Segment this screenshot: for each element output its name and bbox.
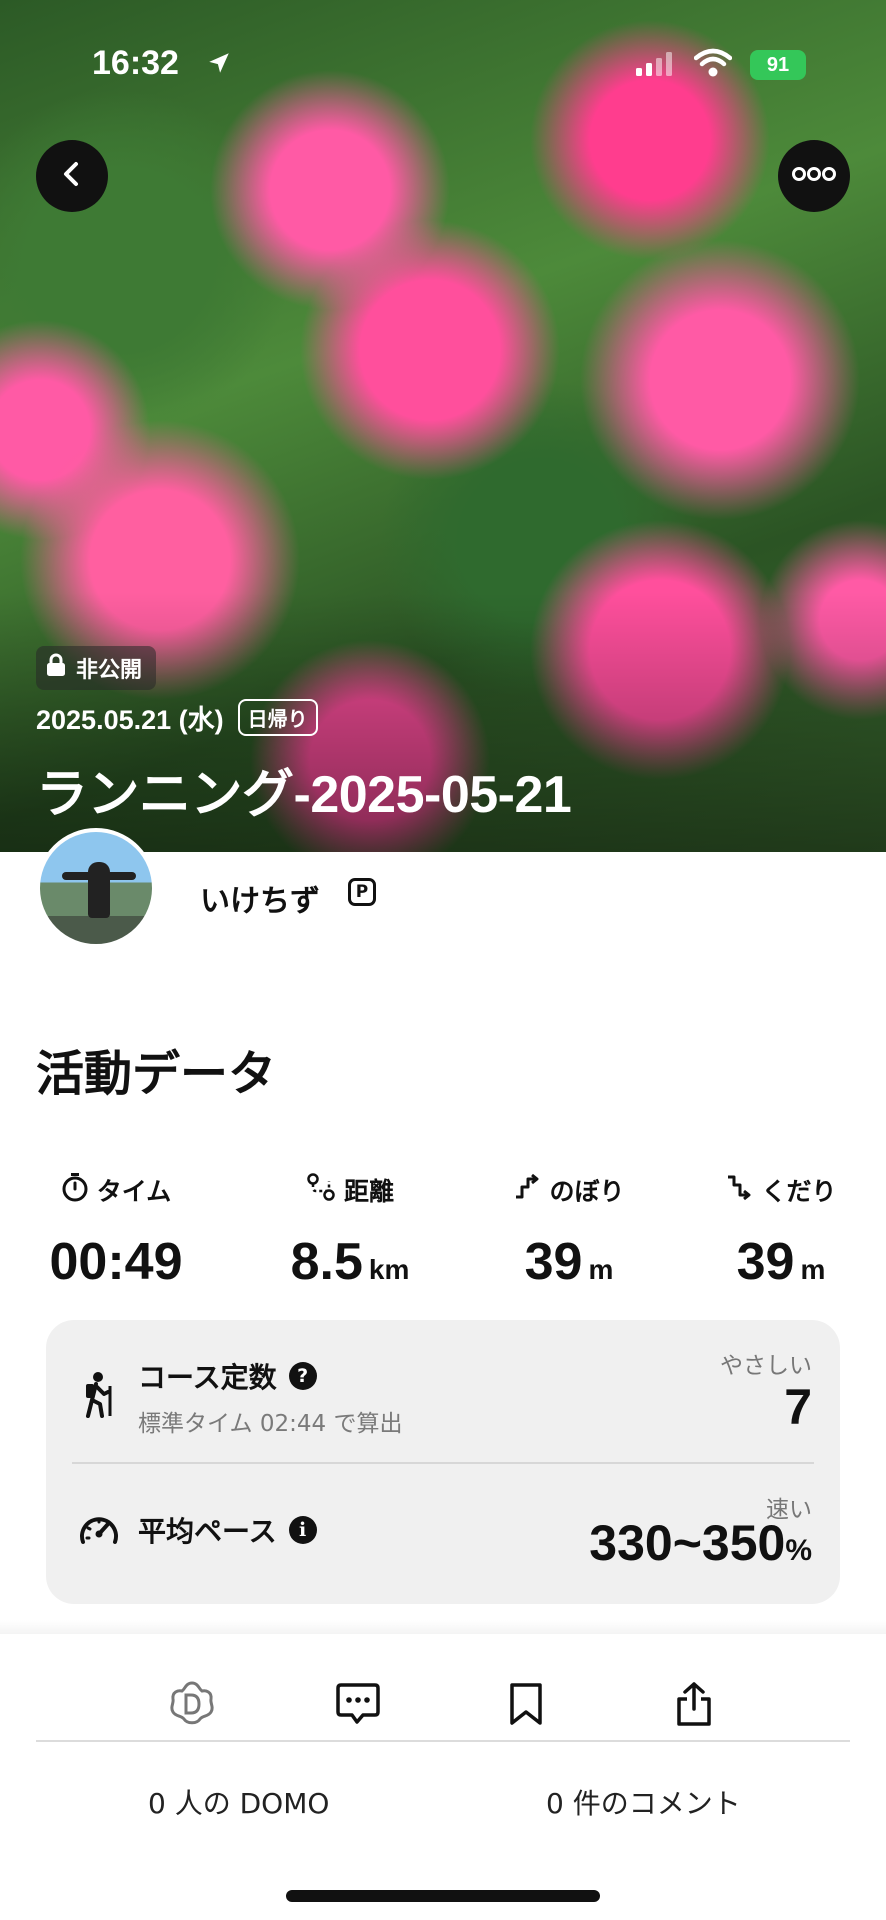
stat-unit: km <box>368 1254 410 1285</box>
domo-count-link[interactable]: 0 人の DOMO <box>148 1782 329 1822</box>
activity-title: ランニング-2025-05-21 <box>36 766 572 824</box>
course-constant-label: コース定数 <box>138 1361 277 1394</box>
lock-icon <box>46 653 66 683</box>
speedometer-icon <box>78 1512 120 1552</box>
activity-date: 2025.05.21 (水) <box>36 705 224 735</box>
share-icon <box>674 1681 714 1731</box>
stat-label: タイム <box>96 1177 172 1206</box>
bottom-action-bar: 0 人の DOMO 0 件のコメント <box>0 1634 886 1920</box>
course-constant-value: 7 <box>784 1379 812 1435</box>
privacy-badge: 非公開 <box>36 646 157 690</box>
pace-range: 330~350 <box>589 1515 786 1571</box>
help-icon[interactable]: ? <box>288 1362 317 1390</box>
comment-count-link[interactable]: 0 件のコメント <box>546 1782 741 1822</box>
stat-distance: 距離 8.5 km <box>280 1172 420 1292</box>
stat-label: くだり <box>761 1177 837 1206</box>
home-indicator <box>286 1890 600 1902</box>
descent-icon <box>725 1173 753 1207</box>
bottom-divider <box>36 1740 850 1742</box>
domo-flower-icon <box>167 1679 217 1733</box>
pace-unit: % <box>785 1534 812 1567</box>
activity-date-row: 2025.05.21 (水) 日帰り <box>36 698 318 737</box>
comment-button[interactable] <box>332 1680 384 1732</box>
username[interactable]: いけちず <box>200 876 320 920</box>
stat-value: 8.5 km <box>280 1232 420 1292</box>
stat-unit: m <box>588 1254 614 1285</box>
more-options-button[interactable] <box>778 140 850 212</box>
stat-number: 8.5 <box>290 1233 363 1291</box>
stat-unit: m <box>800 1254 826 1285</box>
activity-stats: タイム 00:49 距離 8.5 km のぼり 39 m くだり 39 m <box>36 1172 850 1292</box>
hiker-icon <box>78 1370 118 1422</box>
route-icon <box>306 1172 336 1208</box>
location-arrow-icon <box>206 50 232 80</box>
average-pace-label: 平均ペース <box>138 1515 277 1548</box>
status-bar: 16:32 91 <box>0 0 886 130</box>
average-pace-row[interactable]: 平均ペース i 速い 330~350% <box>46 1462 840 1604</box>
stopwatch-icon <box>61 1172 89 1208</box>
info-icon[interactable]: i <box>288 1516 317 1544</box>
course-constant-title: コース定数 ? <box>138 1356 317 1396</box>
comment-bubble-icon <box>335 1682 381 1730</box>
course-info-card: コース定数 ? 標準タイム 02:44 で算出 やさしい 7 平均ペース i 速… <box>46 1320 840 1604</box>
avatar[interactable] <box>36 828 156 948</box>
status-time: 16:32 <box>92 44 179 82</box>
privacy-label: 非公開 <box>76 658 143 683</box>
avatar-figure <box>88 862 110 918</box>
section-title: 活動データ <box>36 1046 277 1102</box>
back-button[interactable] <box>36 140 108 212</box>
stat-number: 00:49 <box>49 1233 183 1291</box>
more-dots-icon <box>792 166 836 186</box>
wifi-icon <box>693 48 733 82</box>
course-constant-row[interactable]: コース定数 ? 標準タイム 02:44 で算出 やさしい 7 <box>46 1320 840 1462</box>
stat-label: のぼり <box>549 1177 625 1206</box>
stat-value: 39 m <box>504 1232 634 1292</box>
trip-type-tag: 日帰り <box>237 699 318 736</box>
stat-value: 00:49 <box>36 1232 196 1292</box>
chevron-left-icon <box>57 159 87 193</box>
stat-number: 39 <box>736 1233 795 1291</box>
domo-button[interactable] <box>166 1680 218 1732</box>
average-pace-title: 平均ペース i <box>138 1510 317 1550</box>
stat-descent: くだり 39 m <box>712 1172 850 1292</box>
stat-label: 距離 <box>343 1177 394 1206</box>
difficulty-label: やさしい <box>720 1353 812 1379</box>
stat-value: 39 m <box>712 1232 850 1292</box>
bookmark-button[interactable] <box>500 1680 552 1732</box>
ascent-icon <box>513 1173 541 1207</box>
premium-badge: P <box>348 878 376 906</box>
stat-time: タイム 00:49 <box>36 1172 196 1292</box>
average-pace-value: 330~350% <box>589 1514 812 1572</box>
bookmark-icon <box>507 1682 545 1730</box>
signal-icon <box>636 52 676 80</box>
cover-photo[interactable]: 16:32 91 非公開 2025.05.21 (水) 日帰り ランニング-20… <box>0 0 886 852</box>
course-constant-subtitle: 標準タイム 02:44 で算出 <box>138 1411 403 1437</box>
stat-number: 39 <box>524 1233 583 1291</box>
share-button[interactable] <box>668 1680 720 1732</box>
battery-indicator: 91 <box>750 50 806 80</box>
stat-ascent: のぼり 39 m <box>504 1172 634 1292</box>
